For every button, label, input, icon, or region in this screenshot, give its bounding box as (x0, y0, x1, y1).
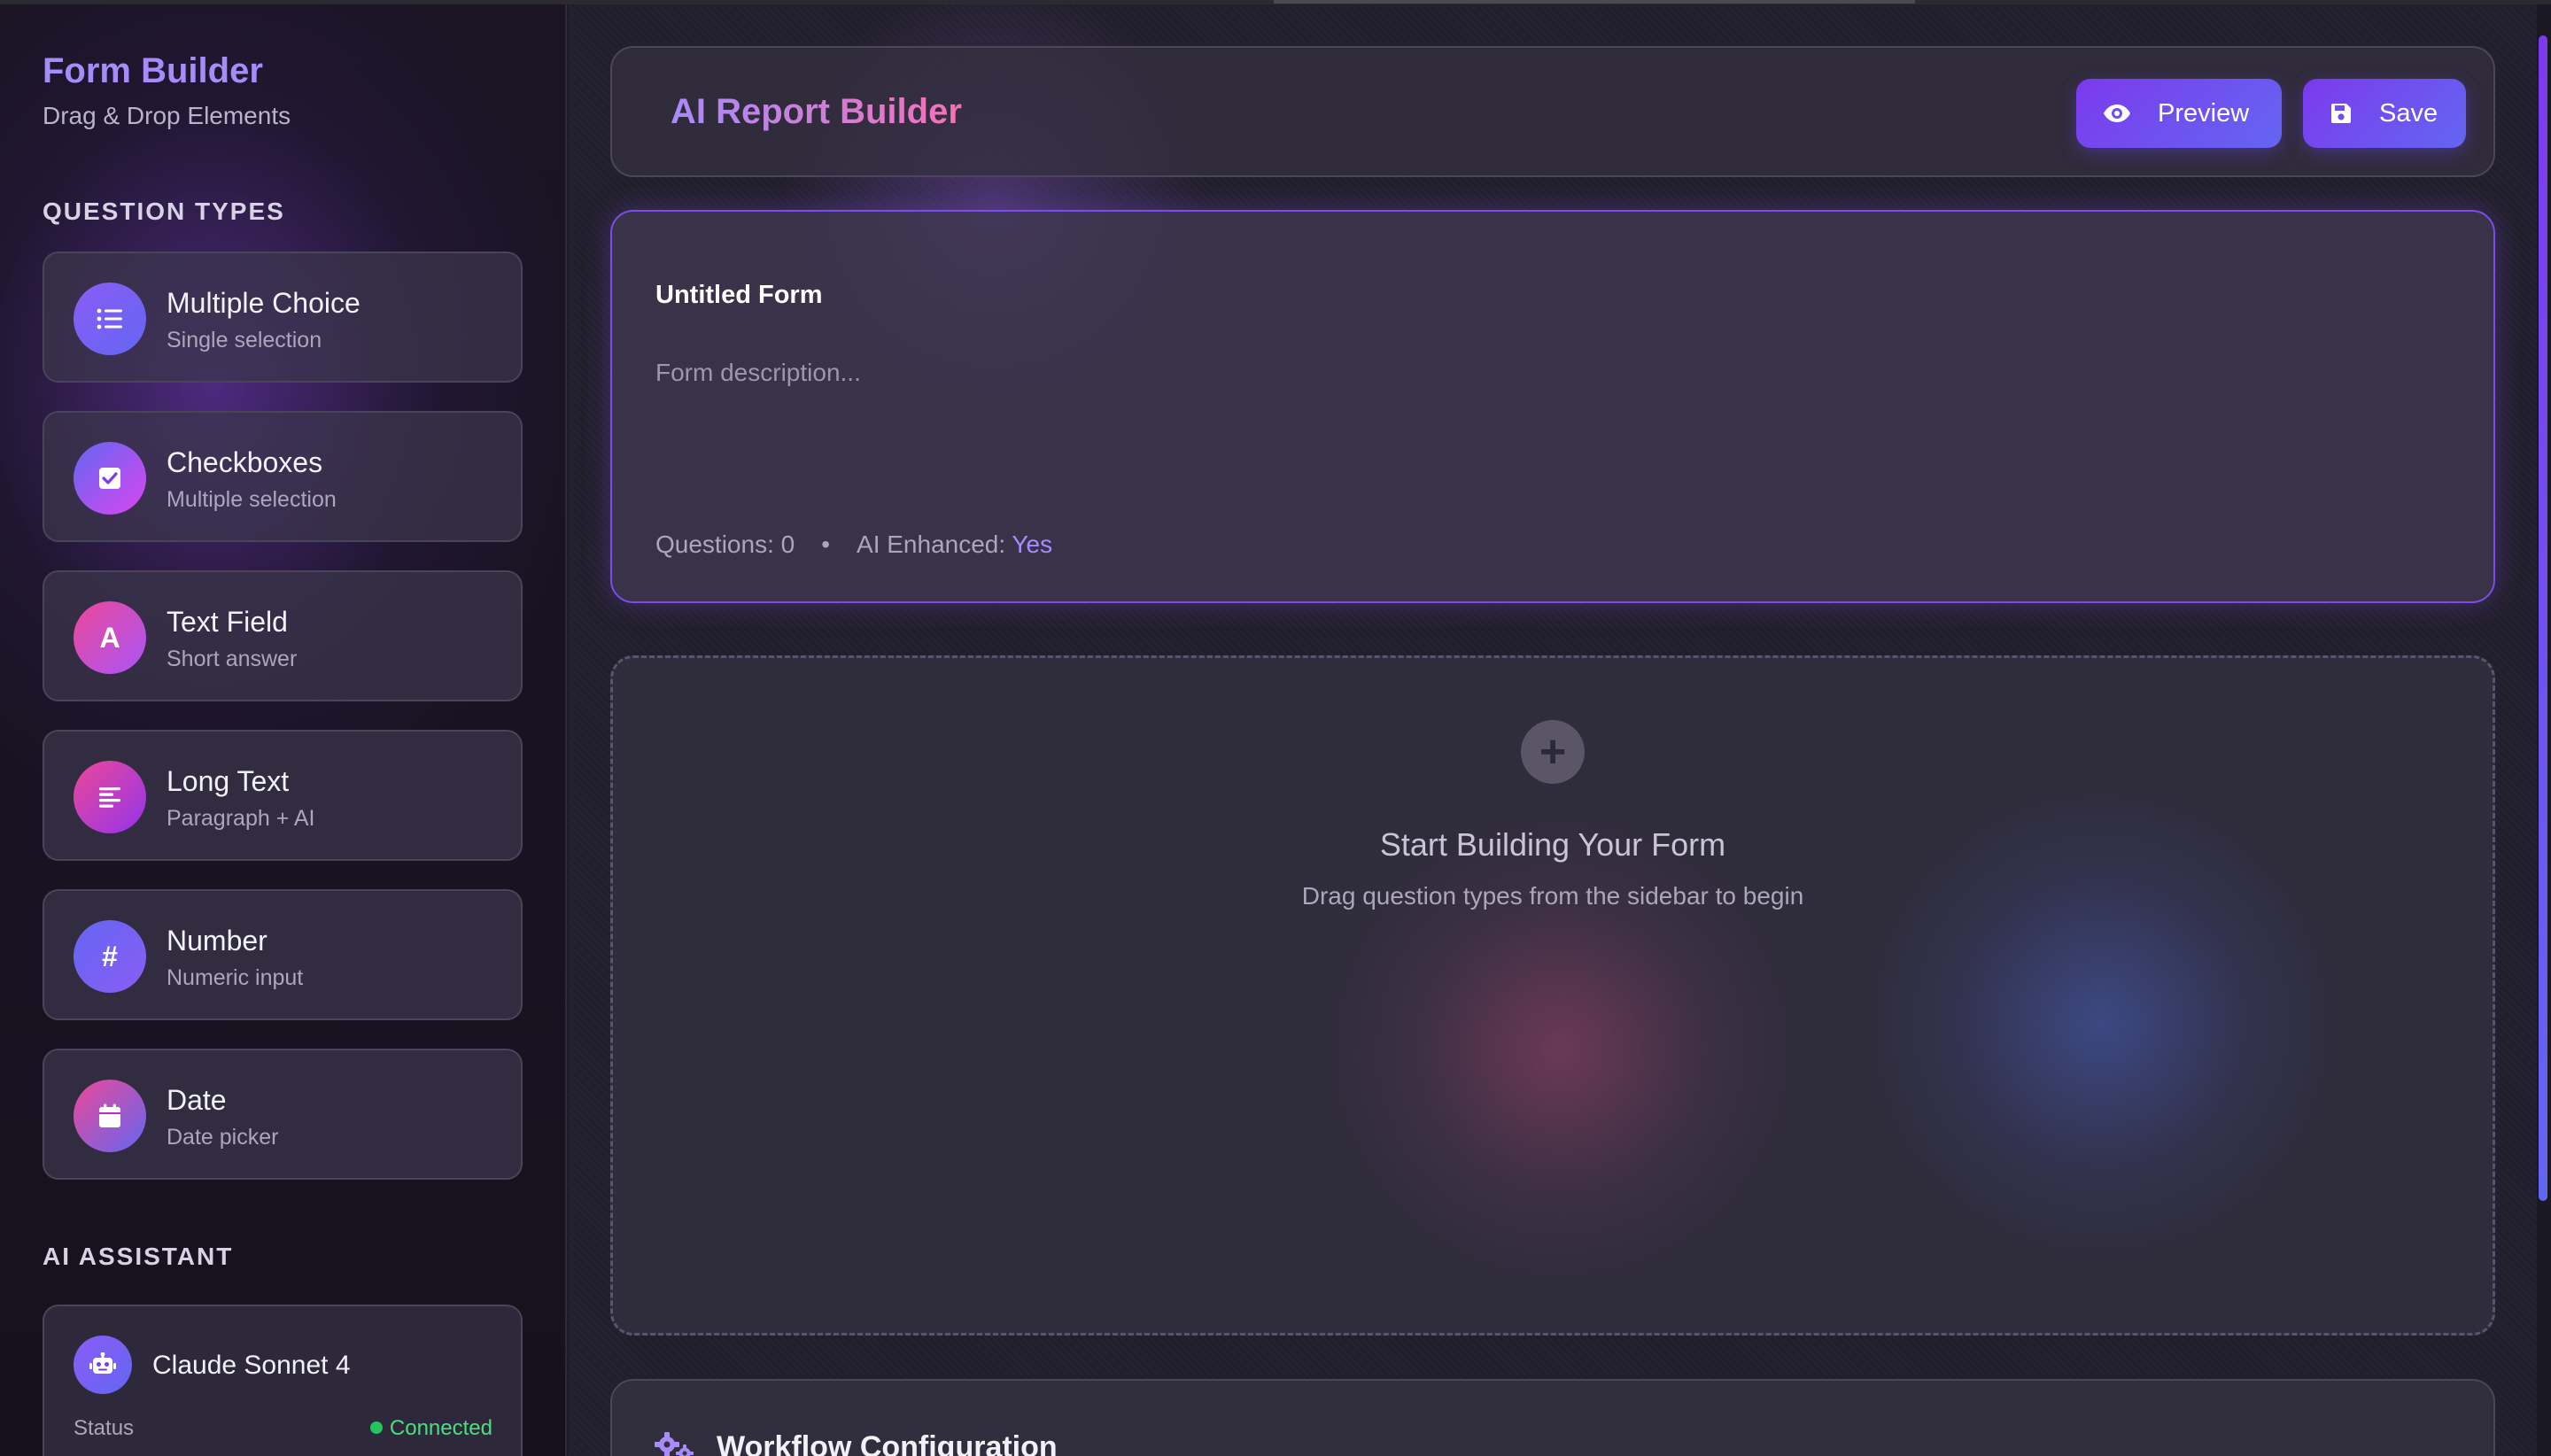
ai-enhanced-label: AI Enhanced: (857, 531, 1006, 558)
tab-indicator (1274, 0, 1915, 4)
form-title[interactable]: Untitled Form (655, 281, 823, 310)
ai-assistant-heading: AI ASSISTANT (43, 1243, 234, 1270)
question-type-number[interactable]: # Number Numeric input (43, 889, 523, 1020)
question-type-multiple-choice[interactable]: Multiple Choice Single selection (43, 252, 523, 383)
dropzone-subtitle: Drag question types from the sidebar to … (1301, 882, 1804, 910)
preview-button[interactable]: Preview (2076, 79, 2282, 148)
question-types-heading: QUESTION TYPES (43, 197, 285, 225)
question-type-sub: Short answer (167, 647, 298, 671)
header-bar: AI Report Builder Preview Save (610, 46, 2495, 177)
form-header-card: Untitled Form Questions: 0 • AI Enhanced: … (610, 210, 2495, 603)
checkbox-icon (74, 442, 146, 515)
form-dropzone[interactable]: + Start Building Your Form Drag question… (610, 655, 2495, 1336)
question-type-sub: Multiple selection (167, 487, 337, 512)
sidebar-subtitle: Drag & Drop Elements (43, 102, 291, 129)
list-icon (74, 283, 146, 355)
ai-model-name: Claude Sonnet 4 (152, 1351, 351, 1380)
floppy-disk-icon (2331, 104, 2351, 123)
eye-icon (2104, 105, 2130, 122)
text-a-icon: A (74, 601, 146, 674)
question-type-label: Number (167, 925, 268, 956)
scrollbar-thumb[interactable] (2539, 35, 2547, 1201)
question-type-sub: Numeric input (167, 965, 304, 990)
dropzone-title: Start Building Your Form (1379, 826, 1726, 863)
form-description-input[interactable] (655, 359, 2338, 387)
page-title: AI Report Builder (671, 92, 962, 131)
question-type-label: Date (167, 1084, 227, 1116)
ai-status-badge: Connected (369, 1416, 492, 1441)
ai-status-value: Connected (389, 1416, 492, 1440)
ai-enhanced-value: Yes (1012, 531, 1053, 558)
meta-separator: • (821, 531, 831, 558)
questions-count: Questions: 0 (655, 531, 795, 558)
robot-icon (74, 1336, 132, 1394)
sidebar: Form Builder Drag & Drop Elements QUESTI… (0, 4, 567, 1456)
calendar-icon (74, 1080, 146, 1152)
sidebar-title: Form Builder (43, 51, 263, 90)
question-type-label: Long Text (167, 765, 290, 797)
question-type-sub: Date picker (167, 1125, 279, 1150)
plus-icon: + (1521, 720, 1585, 784)
question-type-label: Multiple Choice (167, 287, 361, 319)
save-button[interactable]: Save (2303, 79, 2466, 148)
form-meta: Questions: 0 • AI Enhanced: Yes (655, 531, 1052, 559)
question-type-label: Text Field (167, 606, 288, 638)
ai-assistant-card[interactable]: Claude Sonnet 4 Status Connected (43, 1305, 523, 1456)
question-type-sub: Paragraph + AI (167, 806, 315, 831)
question-type-text-field[interactable]: A Text Field Short answer (43, 570, 523, 701)
question-type-sub: Single selection (167, 328, 322, 352)
question-type-long-text[interactable]: Long Text Paragraph + AI (43, 730, 523, 861)
question-type-label: Checkboxes (167, 446, 323, 478)
paragraph-icon (74, 761, 146, 833)
main-content: AI Report Builder Preview Save Untitled … (569, 4, 2537, 1456)
hash-icon: # (74, 920, 146, 993)
gears-icon (655, 1432, 694, 1456)
preview-label: Preview (2158, 98, 2250, 128)
save-label: Save (2379, 98, 2439, 128)
question-type-checkboxes[interactable]: Checkboxes Multiple selection (43, 411, 523, 542)
ai-status-label: Status (74, 1416, 135, 1440)
workflow-configuration-card: Workflow Configuration (610, 1379, 2495, 1456)
question-type-date[interactable]: Date Date picker (43, 1049, 523, 1180)
workflow-title: Workflow Configuration (717, 1430, 1058, 1456)
status-dot-icon (369, 1421, 383, 1434)
